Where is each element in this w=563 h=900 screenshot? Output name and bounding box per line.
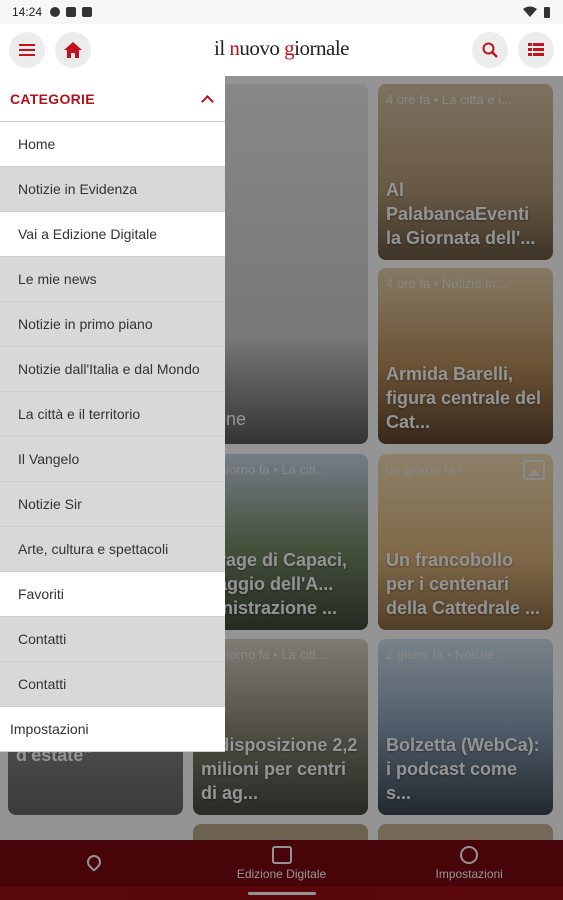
menu-item-mie-news[interactable]: Le mie news (0, 257, 225, 302)
list-icon (528, 43, 544, 56)
categories-header[interactable]: CATEGORIE (0, 76, 225, 122)
menu-item-primo-piano[interactable]: Notizie in primo piano (0, 302, 225, 347)
menu-item-citta-territorio[interactable]: La città e il territorio (0, 392, 225, 437)
categories-label: CATEGORIE (10, 90, 95, 107)
menu-item-home[interactable]: Home (0, 122, 225, 167)
app-logo: il nuovo giornale (214, 36, 349, 60)
menu-item-arte-cultura[interactable]: Arte, cultura e spettacoli (0, 527, 225, 572)
menu-button[interactable] (9, 32, 45, 68)
menu-item-contatti-2[interactable]: Contatti (0, 662, 225, 707)
menu-item-vangelo[interactable]: Il Vangelo (0, 437, 225, 482)
menu-item-edizione-digitale[interactable]: Vai a Edizione Digitale (0, 212, 225, 257)
menu-item-contatti[interactable]: Contatti (0, 617, 225, 662)
shield-status-icon (82, 7, 93, 17)
wifi-icon (523, 6, 537, 17)
menu-icon (19, 44, 35, 56)
menu-item-impostazioni[interactable]: Impostazioni (0, 707, 225, 752)
menu-item-italia-mondo[interactable]: Notizie dall'Italia e dal Mondo (0, 347, 225, 392)
menu-item-notizie-sir[interactable]: Notizie Sir (0, 482, 225, 527)
menu-item-evidenza[interactable]: Notizie in Evidenza (0, 167, 225, 212)
navigation-drawer: CATEGORIE Home Notizie in Evidenza Vai a… (0, 76, 225, 900)
list-view-button[interactable] (518, 32, 554, 68)
status-time: 14:24 (12, 5, 43, 19)
search-icon (482, 42, 498, 58)
category-menu: Home Notizie in Evidenza Vai a Edizione … (0, 122, 225, 752)
settings-status-icon (50, 7, 61, 17)
search-button[interactable] (472, 32, 508, 68)
app-header: il nuovo giornale (0, 24, 563, 76)
home-button[interactable] (55, 32, 91, 68)
home-icon (64, 42, 82, 58)
status-bar: 14:24 (0, 0, 563, 24)
menu-item-favoriti[interactable]: Favoriti (0, 572, 225, 617)
battery-icon (544, 6, 550, 18)
notification-status-icon (66, 7, 77, 17)
chevron-up-icon (201, 94, 214, 108)
